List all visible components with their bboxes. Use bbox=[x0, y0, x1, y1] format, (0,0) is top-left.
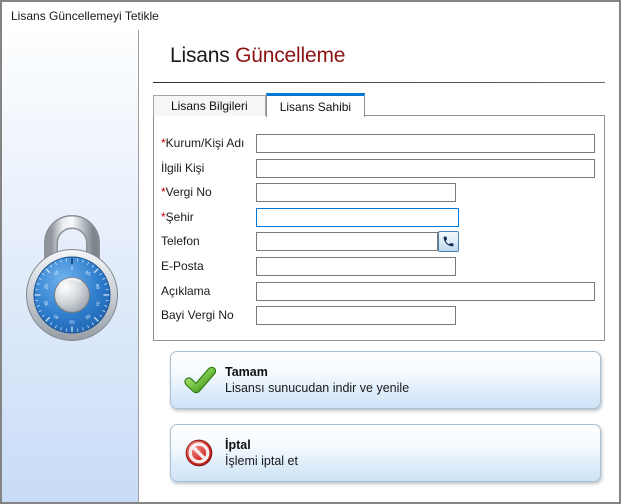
phone-icon bbox=[442, 235, 455, 248]
bayi-vergi-no-label: Bayi Vergi No bbox=[161, 308, 234, 322]
padlock-icon: 0908070605040302010 bbox=[24, 202, 120, 342]
sehir-input[interactable] bbox=[256, 208, 459, 227]
check-icon bbox=[184, 366, 216, 394]
page-title-part1: Lisans bbox=[170, 44, 230, 67]
svg-text:0: 0 bbox=[71, 266, 74, 271]
ok-button[interactable]: Tamam Lisansı sunucudan indir ve yenile bbox=[170, 351, 601, 409]
cancel-button-title: İptal bbox=[225, 438, 298, 452]
phone-dial-button[interactable] bbox=[438, 231, 459, 252]
ok-button-title: Tamam bbox=[225, 365, 409, 379]
license-update-window: Lisans Güncellemeyi Tetikle bbox=[0, 0, 621, 504]
vergi-no-label: *Vergi No bbox=[161, 185, 212, 199]
eposta-input[interactable] bbox=[256, 257, 456, 276]
aciklama-input[interactable] bbox=[256, 282, 595, 301]
ok-button-subtitle: Lisansı sunucudan indir ve yenile bbox=[225, 381, 409, 395]
cancel-button-subtitle: İşlemi iptal et bbox=[225, 454, 298, 468]
vergi-no-input[interactable] bbox=[256, 183, 456, 202]
eposta-label: E-Posta bbox=[161, 259, 204, 273]
page-title-part2: Güncelleme bbox=[235, 44, 345, 67]
ilgili-kisi-input[interactable] bbox=[256, 159, 595, 178]
window-title: Lisans Güncellemeyi Tetikle bbox=[11, 9, 159, 23]
tab-page-lisans-sahibi: *Kurum/Kişi Adı İlgili Kişi *Vergi No *Ş… bbox=[153, 115, 605, 341]
telefon-input[interactable] bbox=[256, 232, 438, 251]
page-title: Lisans Güncelleme bbox=[170, 44, 345, 68]
bayi-vergi-no-input[interactable] bbox=[256, 306, 456, 325]
tab-lisans-sahibi[interactable]: Lisans Sahibi bbox=[266, 93, 365, 117]
tab-lisans-bilgileri[interactable]: Lisans Bilgileri bbox=[153, 95, 266, 116]
aciklama-label: Açıklama bbox=[161, 284, 210, 298]
sehir-label: *Şehir bbox=[161, 210, 194, 224]
sidebar: 0908070605040302010 bbox=[2, 30, 139, 502]
ilgili-kisi-label: İlgili Kişi bbox=[161, 161, 204, 175]
telefon-label: Telefon bbox=[161, 234, 200, 248]
titlebar: Lisans Güncellemeyi Tetikle bbox=[2, 2, 619, 30]
cancel-button[interactable]: İptal İşlemi iptal et bbox=[170, 424, 601, 482]
kurum-kisi-adi-input[interactable] bbox=[256, 134, 595, 153]
no-entry-icon bbox=[184, 438, 214, 468]
tab-strip: Lisans Bilgileri Lisans Sahibi bbox=[153, 92, 365, 116]
svg-text:50: 50 bbox=[69, 320, 75, 325]
header-rule bbox=[153, 82, 605, 83]
kurum-kisi-adi-label: *Kurum/Kişi Adı bbox=[161, 136, 244, 150]
